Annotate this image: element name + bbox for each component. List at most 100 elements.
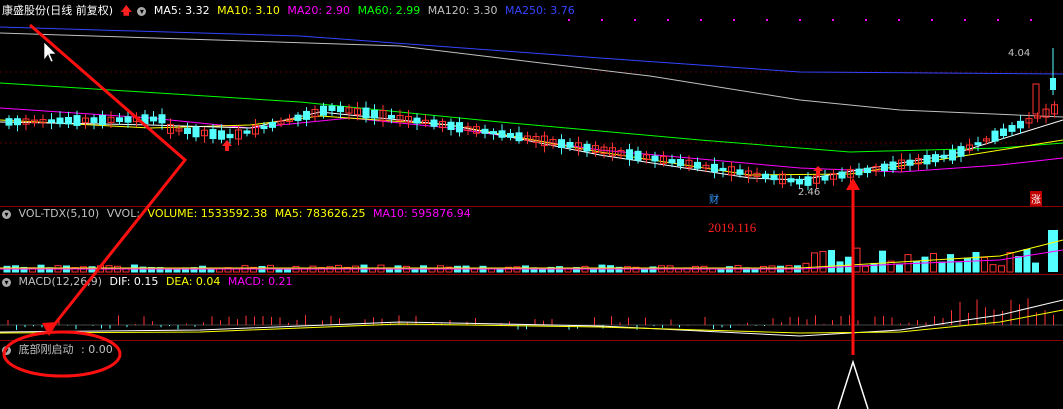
annotation-zigzag bbox=[29, 23, 188, 331]
candle bbox=[558, 139, 565, 148]
candle bbox=[515, 132, 523, 142]
candle bbox=[90, 117, 98, 124]
candle bbox=[864, 167, 871, 174]
candle bbox=[48, 119, 55, 123]
candle bbox=[226, 133, 234, 139]
candle bbox=[362, 107, 370, 119]
candle bbox=[158, 114, 166, 124]
candle bbox=[337, 106, 344, 113]
candle bbox=[507, 133, 514, 138]
volume-bar bbox=[921, 256, 929, 273]
volume-bar bbox=[896, 264, 903, 273]
up-arrow-icon bbox=[816, 171, 820, 176]
volume-bar bbox=[938, 261, 946, 273]
candle bbox=[328, 105, 336, 111]
candle bbox=[150, 116, 157, 122]
volume-bar bbox=[879, 250, 886, 273]
candle bbox=[991, 130, 999, 142]
candle bbox=[770, 175, 778, 181]
candle bbox=[821, 175, 829, 181]
candle bbox=[736, 169, 744, 175]
volume-bar bbox=[853, 247, 861, 273]
top-dot bbox=[766, 19, 768, 21]
top-dot bbox=[997, 19, 999, 21]
candle bbox=[303, 110, 310, 120]
volume-bar bbox=[862, 265, 869, 273]
candle bbox=[583, 143, 591, 152]
top-dot bbox=[667, 19, 669, 21]
volume-bar bbox=[998, 265, 1005, 273]
candle bbox=[634, 150, 642, 161]
candle bbox=[804, 176, 812, 186]
volume-bar bbox=[981, 256, 988, 273]
candle bbox=[1032, 83, 1040, 115]
candle bbox=[881, 163, 888, 172]
top-dot bbox=[700, 19, 702, 21]
candle bbox=[99, 114, 106, 126]
candle bbox=[974, 142, 982, 146]
candle bbox=[243, 130, 251, 134]
date-annotation: 2019.116 bbox=[708, 220, 757, 235]
annotation-arrowhead bbox=[846, 178, 860, 190]
candle bbox=[906, 159, 914, 166]
top-dot bbox=[964, 19, 966, 21]
candle bbox=[855, 168, 863, 176]
volume-bar bbox=[989, 264, 997, 273]
volume-bar bbox=[955, 262, 963, 273]
top-dot bbox=[898, 19, 900, 21]
candle bbox=[651, 155, 659, 162]
marker-cai[interactable]: 财 bbox=[709, 191, 719, 206]
volume-bar bbox=[819, 250, 827, 273]
top-dot bbox=[1030, 19, 1032, 21]
candle bbox=[1008, 125, 1016, 132]
candle bbox=[456, 122, 463, 133]
candle bbox=[1017, 120, 1024, 129]
up-arrow-icon bbox=[225, 146, 229, 151]
candle bbox=[626, 149, 633, 160]
candle bbox=[923, 154, 931, 165]
candle bbox=[116, 117, 123, 123]
candle bbox=[889, 161, 897, 171]
candle bbox=[14, 118, 21, 126]
candle bbox=[413, 117, 421, 124]
candle bbox=[481, 128, 489, 134]
candle bbox=[5, 118, 13, 126]
candle bbox=[762, 173, 769, 179]
candle bbox=[932, 154, 939, 163]
candle bbox=[668, 159, 676, 164]
annotation-circle bbox=[2, 330, 122, 378]
candle bbox=[711, 163, 718, 173]
candle bbox=[940, 154, 948, 159]
kline-chart[interactable] bbox=[0, 0, 1063, 409]
volume-bar bbox=[1023, 249, 1031, 273]
candle bbox=[65, 116, 72, 125]
candle bbox=[1050, 78, 1056, 90]
candle bbox=[192, 126, 200, 138]
ma250-line bbox=[0, 26, 1063, 75]
candle bbox=[430, 119, 438, 127]
top-dot bbox=[733, 19, 735, 21]
candle bbox=[796, 178, 803, 185]
top-dot bbox=[799, 19, 801, 21]
volume-bar bbox=[1006, 252, 1014, 273]
candle bbox=[694, 161, 701, 169]
candle bbox=[447, 121, 455, 131]
signal-spike bbox=[837, 359, 869, 409]
ma120-line bbox=[0, 32, 1063, 118]
candle bbox=[124, 116, 132, 123]
volume-bar bbox=[972, 251, 980, 273]
top-dot bbox=[634, 19, 636, 21]
candle bbox=[677, 159, 684, 167]
marker-zhang[interactable]: 涨 bbox=[1030, 191, 1042, 206]
candle bbox=[56, 117, 64, 125]
candle bbox=[269, 122, 276, 128]
low-price-label: 2.46 bbox=[798, 187, 821, 198]
volume-bar bbox=[947, 254, 954, 273]
top-dot bbox=[601, 19, 603, 21]
candle bbox=[320, 105, 327, 116]
candle bbox=[490, 131, 497, 135]
top-dot bbox=[865, 19, 867, 21]
high-price-label: 4.04 bbox=[1008, 48, 1031, 59]
candle bbox=[949, 149, 956, 161]
candle bbox=[838, 171, 846, 179]
